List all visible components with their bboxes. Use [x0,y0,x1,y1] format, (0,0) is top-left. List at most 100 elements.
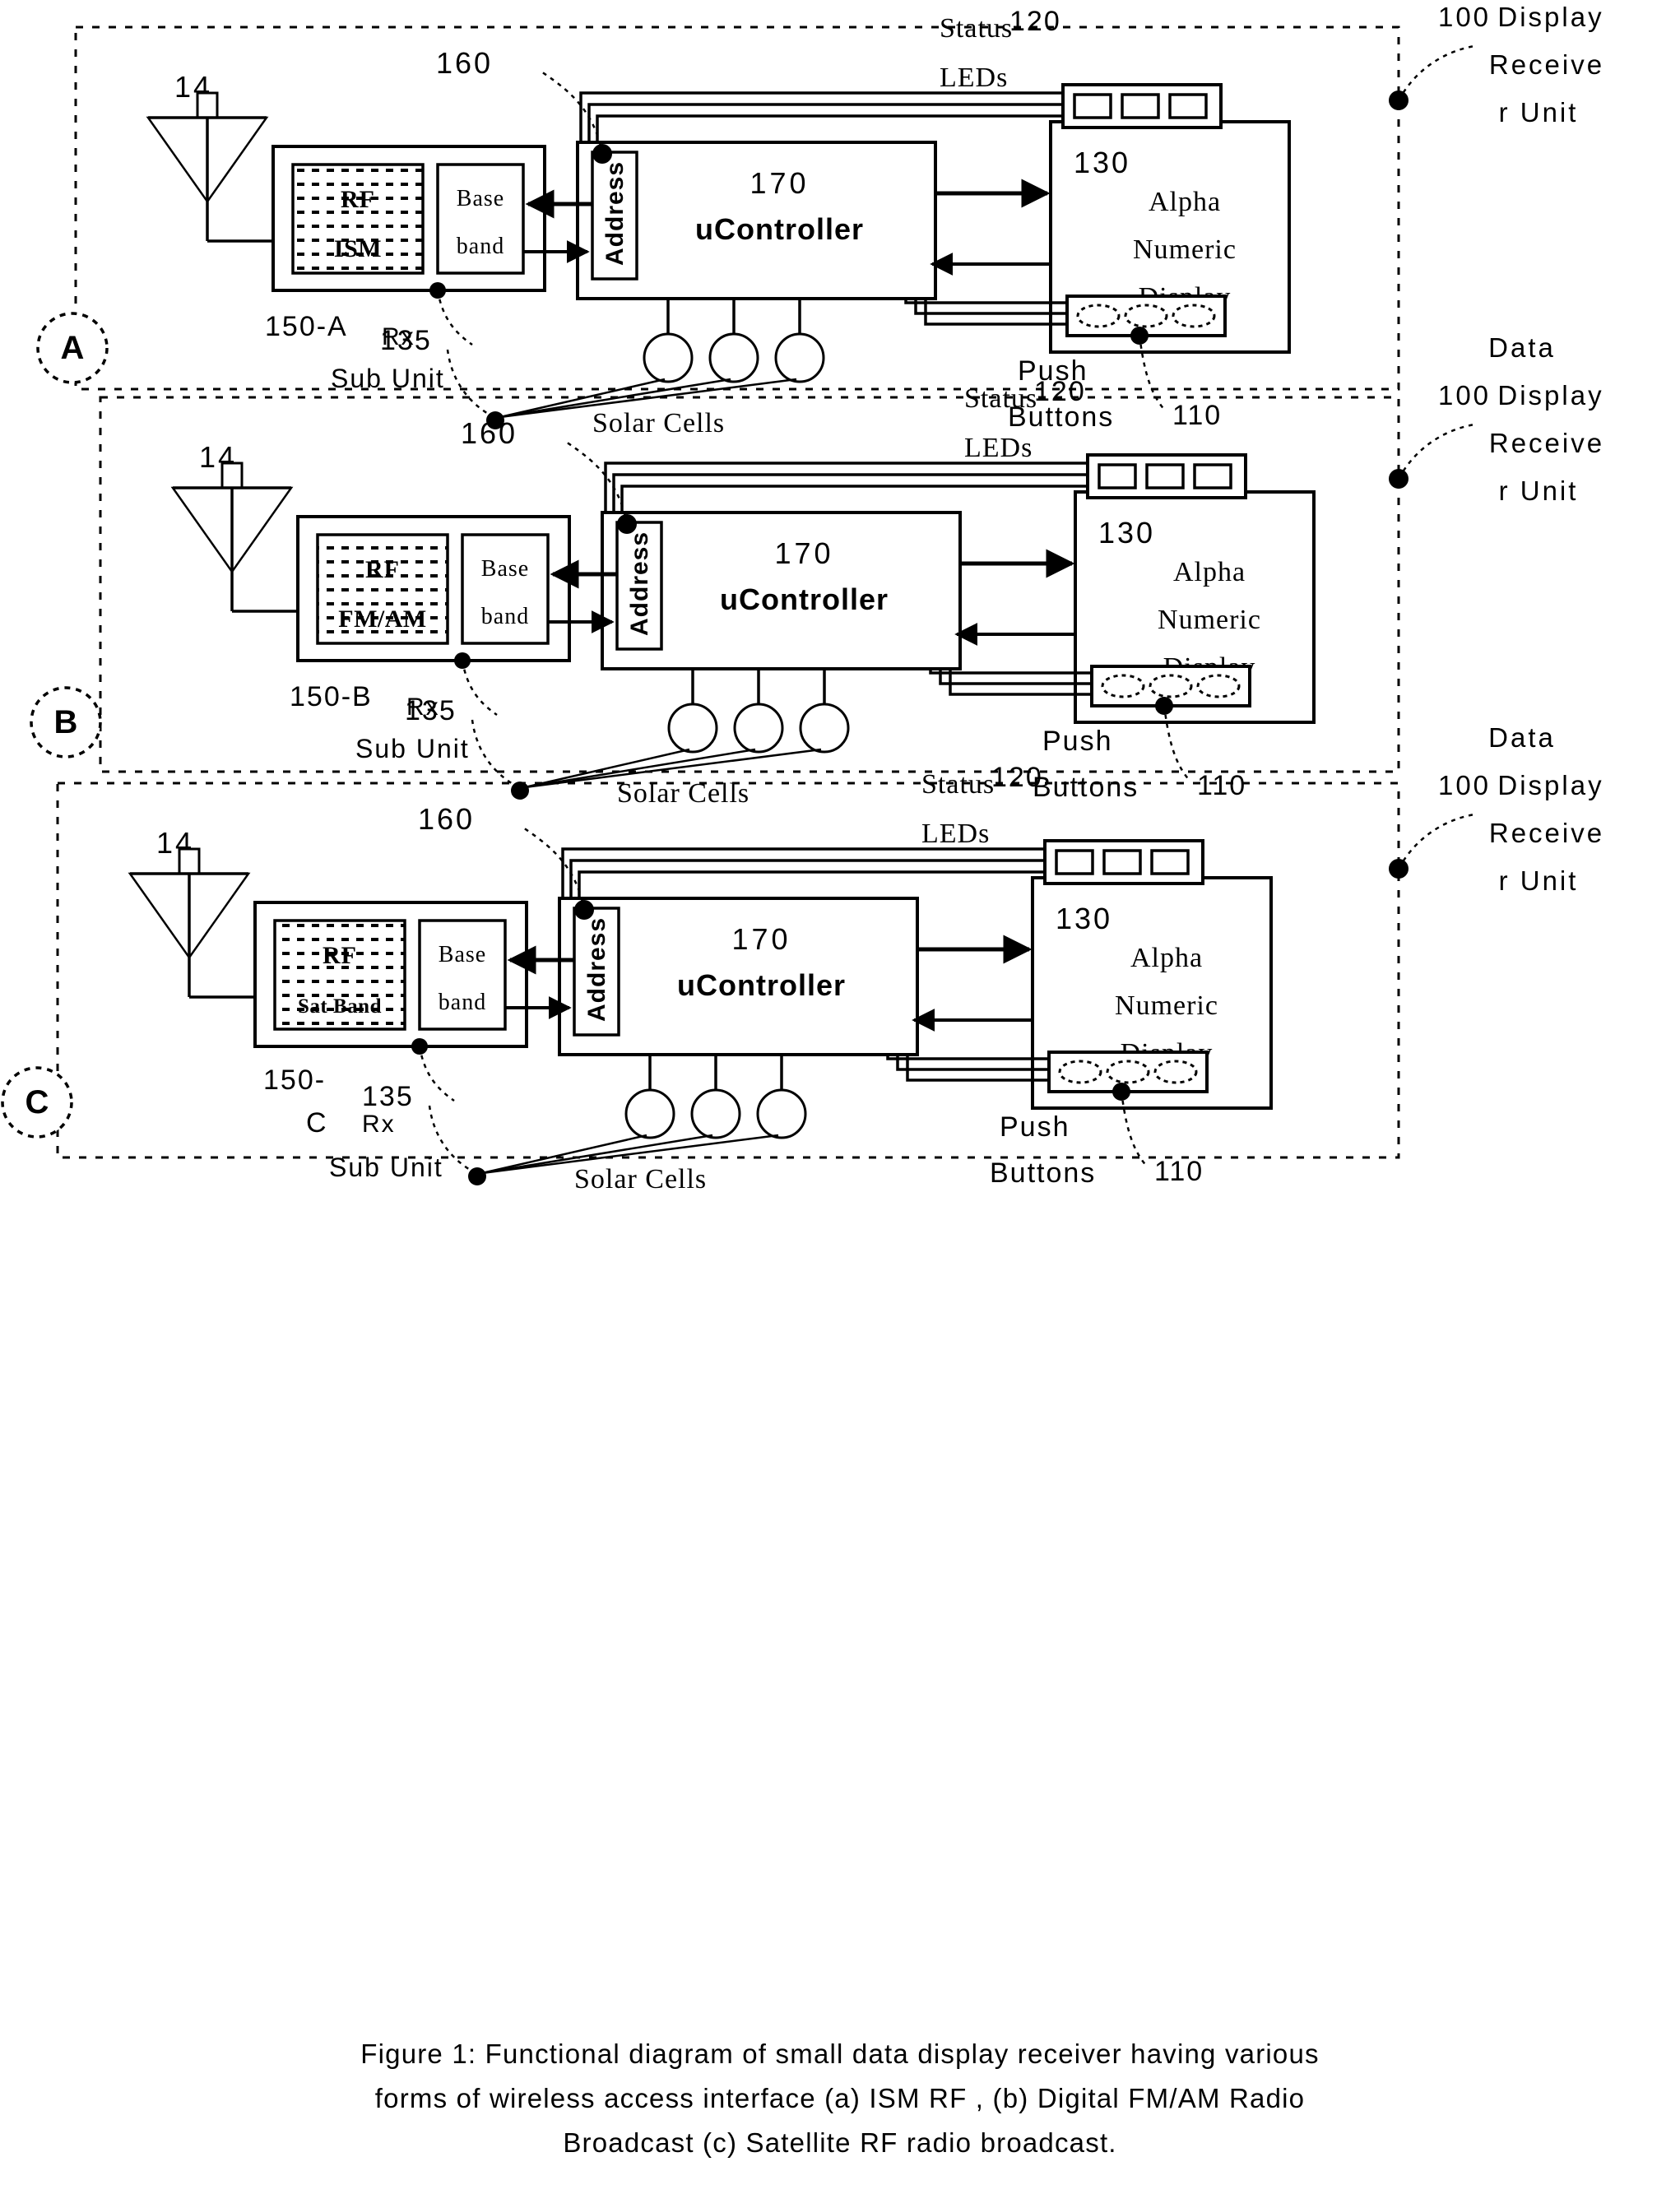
unit-ref-label: 100 [1438,770,1491,800]
status-led-1-icon [1055,849,1094,875]
unit-label-line3: Receive [1489,428,1604,458]
status-led-label-line1: Status [940,13,1013,44]
ucontroller-ref-label: 170 [750,166,809,200]
status-led-bus-line-3 [596,114,1063,142]
unit-leader-A [1397,44,1475,101]
ucontroller-ref-label: 170 [774,536,833,570]
address-label: Address [626,531,653,636]
solar-cells-ref-label: 135 [405,695,457,726]
rx-sub-unit-leader [461,660,498,717]
baseband-label-line1: Base [481,556,529,582]
sub-unit-label: Sub Unit [355,734,470,763]
address-ref-label: 160 [436,46,493,80]
sub-unit-label: Sub Unit [331,364,445,393]
unit-label-line3: Receive [1489,818,1604,848]
ucontroller-label: uController [695,212,864,246]
address-label: Address [601,161,629,266]
status-led-bus-line-2 [612,473,1088,513]
sub-unit-ref-label: 150- [263,1065,326,1096]
display-ref-label: 130 [1074,146,1130,179]
unit-leader-B [1397,423,1475,480]
status-led-2-icon [1121,93,1160,119]
status-led-bus-line-2 [569,859,1045,898]
baseband-label-line1: Base [457,186,504,211]
status-led-ref-label: 120 [1009,6,1061,37]
solar-cell-icon-2 [708,332,759,383]
push-buttons-label-line1: Push [1042,726,1113,757]
rf-label-line1: RF [365,556,400,583]
solar-cells-label: Solar Cells [574,1164,707,1194]
status-led-bus-line-1 [561,847,1045,898]
rf-label-line1: RF [341,186,375,213]
display-label-line1: Alpha [1130,943,1203,973]
status-led-label-line1: Status [921,769,995,800]
push-buttons-ref-label: 110 [1197,770,1246,801]
push-buttons-ref-label: 110 [1172,400,1222,431]
caption-line-2: forms of wireless access interface (a) I… [374,2083,1306,2113]
solar-cell-icon-3 [756,1088,807,1139]
status-led-3-icon [1193,463,1232,489]
solar-cells-ref-leader [471,719,519,789]
baseband-label-line2: band [457,234,504,259]
sub-unit-ref-label-2: C [306,1107,328,1139]
status-led-label-line2: LEDs [940,63,1008,93]
unit-label-line4: r Unit [1499,865,1579,896]
caption-line-3: Broadcast (c) Satellite RF radio broadca… [563,2127,1117,2158]
baseband-label-line2: band [439,990,486,1015]
display-label-line2: Numeric [1158,605,1261,635]
unit-label-line2: Display [1497,2,1603,32]
display-ref-label: 130 [1056,902,1112,935]
rx-sub-unit-leader [418,1046,455,1102]
panel-A: 14RFISMBaseband150-A RxSub Unit170uContro… [36,2,1604,438]
push-buttons-bus-line-2 [939,669,1092,685]
status-led-bus-line-1 [604,462,1088,513]
display-label-line1: Alpha [1173,557,1246,587]
status-led-bus-line-3 [620,485,1088,513]
rf-label-line2: ISM [334,235,382,262]
display-ref-label: 130 [1098,516,1155,550]
antenna-element-icon [220,462,244,489]
unit-label-line2: Display [1497,770,1603,800]
solar-cells-ref-label: 135 [362,1081,414,1112]
push-buttons-label-line2: Buttons [1033,772,1139,803]
panel-badge-label-A: A [61,330,85,366]
baseband-label-line1: Base [439,942,486,967]
push-buttons-ref-label: 110 [1154,1156,1204,1187]
sub-unit-ref-label: 150-A [265,311,348,342]
figure-caption: Figure 1: Functional diagram of small da… [0,2032,1680,2165]
status-led-1-icon [1073,93,1112,119]
sub-unit-ref-label: 150-B [290,681,373,712]
solar-cell-icon-3 [799,703,850,754]
status-led-3-icon [1150,849,1190,875]
rf-label-line2: Sat Band [298,995,382,1018]
rx-sub-unit-leader [436,290,473,346]
unit-ref-label: 100 [1438,380,1491,411]
display-label-line1: Alpha [1149,187,1221,217]
unit-label-line2: Display [1497,380,1603,411]
solar-cell-icon-2 [690,1088,741,1139]
push-buttons-bus-line-2 [914,299,1067,315]
panel-C: 14RFSat BandBaseband150-C RxSub Unit170uC… [1,722,1604,1194]
solar-cell-icon-1 [624,1088,675,1139]
push-buttons-label-line1: Push [1000,1111,1070,1143]
unit-label-line3: Receive [1489,49,1604,80]
status-led-ref-label: 120 [991,762,1043,793]
panel-B: 14RFFM/AMBaseband150-B RxSub Unit170uCont… [30,332,1604,809]
status-led-label-line2: LEDs [921,819,990,849]
status-led-1-icon [1098,463,1137,489]
panel-badge-label-C: C [26,1084,49,1120]
antenna-element-icon [196,91,219,119]
solar-cells-label: Solar Cells [592,408,725,438]
status-led-label-line1: Status [964,383,1037,414]
solar-cells-ref-leader [446,349,494,419]
solar-cells-ref-label: 135 [380,325,432,356]
ucontroller-label: uController [677,968,846,1002]
address-ref-label: 160 [461,416,517,450]
rf-label-line1: RF [323,942,357,969]
rf-label-line2: FM/AM [338,605,426,633]
solar-cell-icon-1 [643,332,694,383]
status-led-2-icon [1102,849,1142,875]
display-label-line2: Numeric [1115,990,1218,1021]
unit-ref-label: 100 [1438,2,1491,32]
solar-cells-node [468,1167,486,1185]
